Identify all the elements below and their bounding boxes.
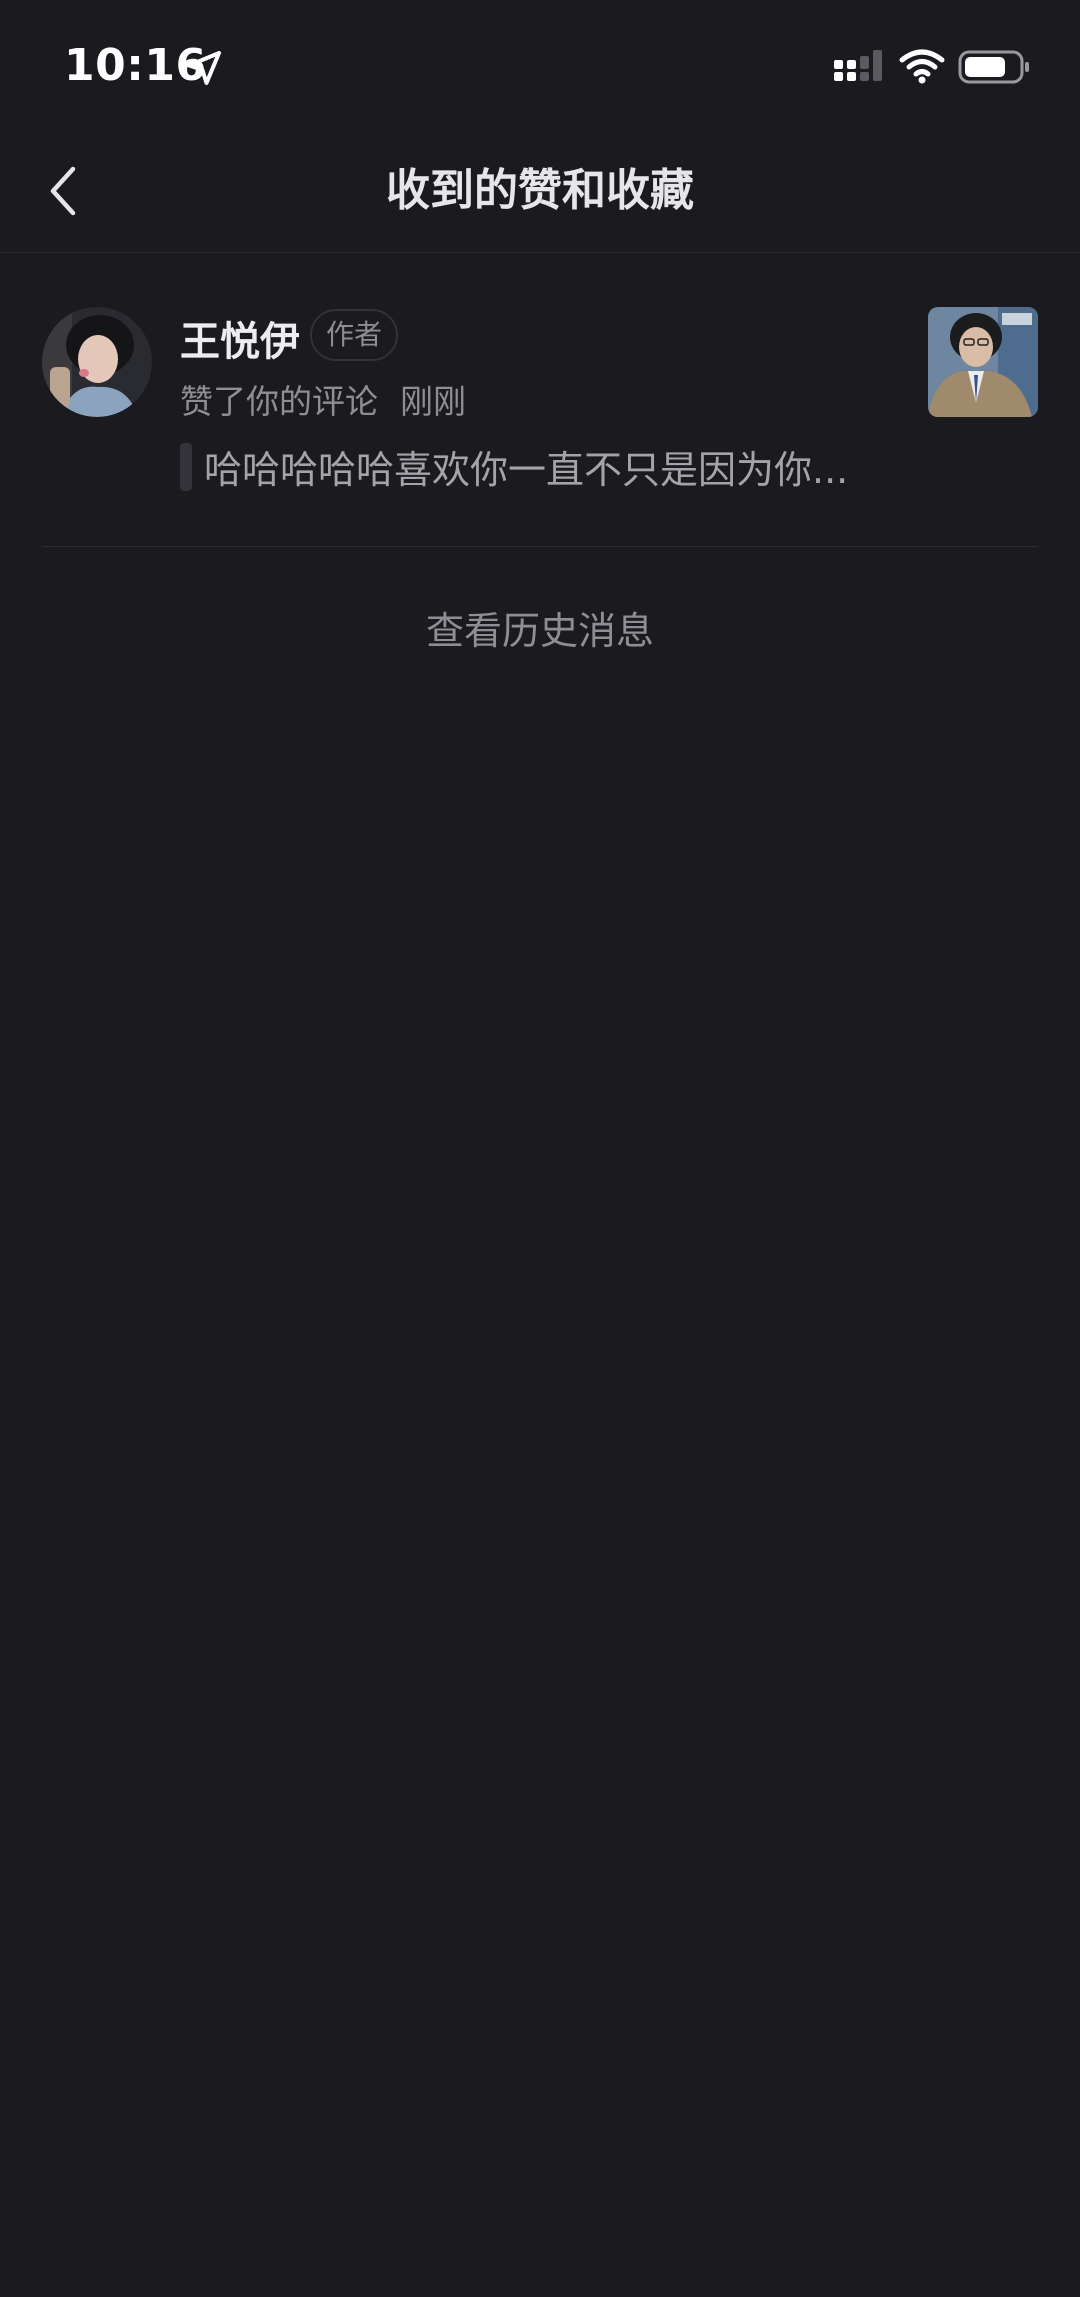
battery-icon bbox=[958, 50, 1029, 84]
status-bar: 10:16 bbox=[0, 0, 1080, 130]
notification-item[interactable]: 王悦伊 作者 赞了你的评论 刚刚 哈哈哈哈哈喜欢你一直不只是因为你... bbox=[0, 253, 1080, 547]
view-history-button[interactable]: 查看历史消息 bbox=[0, 600, 1080, 655]
cellular-signal-icon bbox=[834, 50, 882, 81]
wifi-icon bbox=[899, 49, 945, 84]
avatar[interactable] bbox=[42, 307, 152, 417]
navigation-bar: 收到的赞和收藏 bbox=[0, 130, 1080, 253]
user-name[interactable]: 王悦伊 bbox=[180, 309, 300, 367]
post-thumbnail[interactable] bbox=[928, 307, 1038, 417]
divider bbox=[42, 546, 1038, 547]
location-arrow-icon bbox=[187, 51, 221, 85]
back-button[interactable] bbox=[28, 156, 98, 226]
action-text: 赞了你的评论 bbox=[180, 382, 378, 421]
page-title: 收到的赞和收藏 bbox=[386, 165, 694, 216]
action-line: 赞了你的评论 刚刚 bbox=[180, 375, 466, 423]
timestamp: 刚刚 bbox=[400, 382, 466, 421]
quoted-comment[interactable]: 哈哈哈哈哈喜欢你一直不只是因为你... bbox=[204, 439, 884, 494]
quote-bar bbox=[180, 443, 192, 491]
chevron-left-icon bbox=[50, 166, 76, 216]
author-badge: 作者 bbox=[310, 309, 399, 361]
